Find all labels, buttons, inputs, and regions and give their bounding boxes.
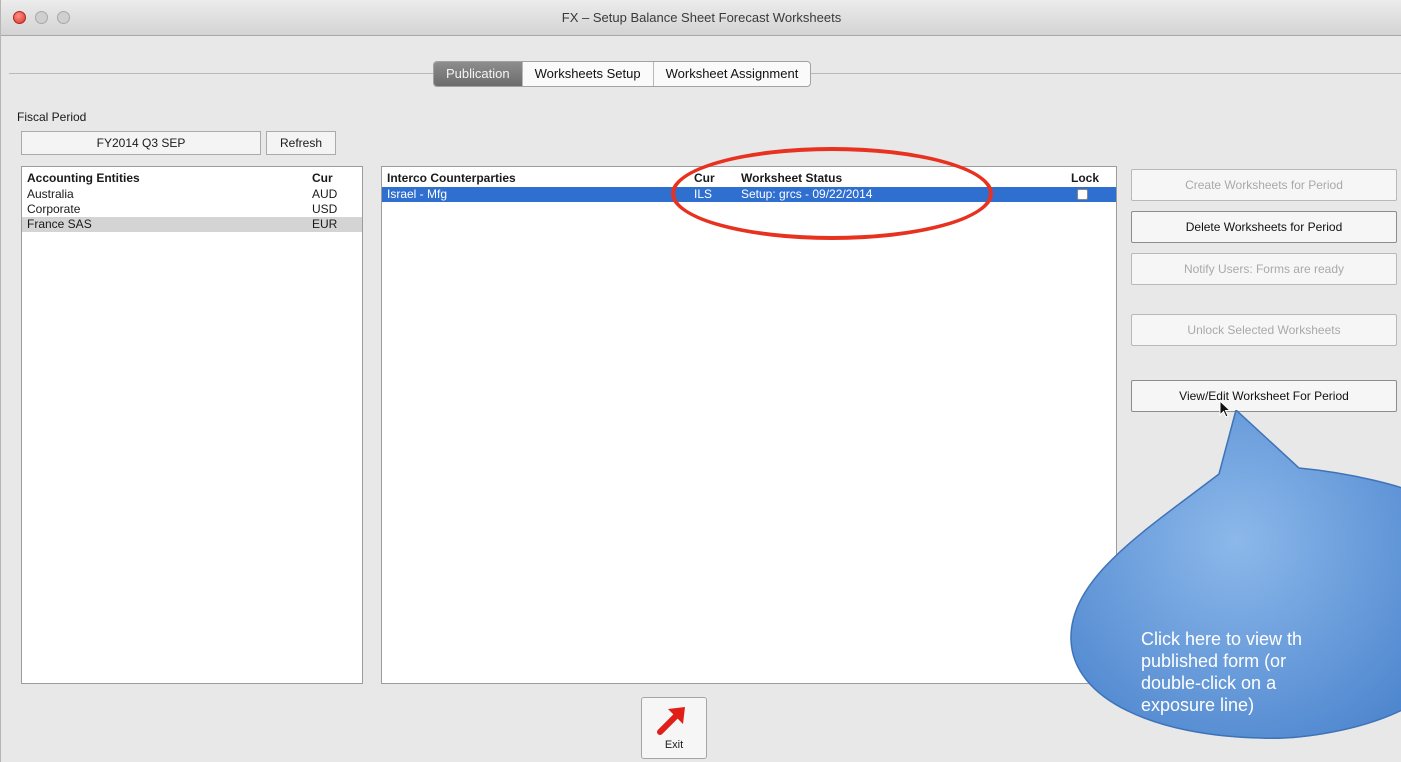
lock-header[interactable]: Lock	[1071, 171, 1099, 186]
entity-name: Corporate	[27, 202, 81, 216]
callout-line: exposure line)	[1141, 695, 1255, 715]
entity-name: Australia	[27, 187, 74, 201]
counterparty-name: Israel - Mfg	[387, 187, 448, 201]
exit-button[interactable]: Exit	[641, 697, 707, 759]
callout-line: Click here to view th	[1141, 629, 1303, 649]
entities-name-header[interactable]: Accounting Entities	[27, 171, 140, 186]
tab-worksheet-assignment[interactable]: Worksheet Assignment	[654, 62, 811, 86]
lock-checkbox[interactable]	[1077, 189, 1088, 200]
exit-label: Exit	[664, 739, 684, 751]
entity-cur: USD	[312, 202, 338, 216]
window-title: FX – Setup Balance Sheet Forecast Worksh…	[561, 10, 842, 25]
tab-worksheets-setup[interactable]: Worksheets Setup	[523, 62, 654, 86]
list-item-selected[interactable]: France SAS EUR	[22, 217, 362, 232]
delete-worksheets-button[interactable]: Delete Worksheets for Period	[1131, 211, 1397, 243]
view-edit-worksheet-button[interactable]: View/Edit Worksheet For Period	[1131, 380, 1397, 412]
tab-publication[interactable]: Publication	[434, 62, 523, 86]
tab-bar: Publication Worksheets Setup Worksheet A…	[433, 61, 812, 87]
entity-cur: EUR	[312, 217, 338, 231]
entities-cur-header[interactable]: Cur	[312, 171, 333, 186]
entity-cur: AUD	[312, 187, 338, 201]
entities-header: Accounting Entities Cur	[22, 171, 362, 186]
annotation-callout-text: Click here to view th published form (or…	[1141, 628, 1401, 716]
list-item[interactable]: Australia AUD	[22, 187, 362, 202]
refresh-button[interactable]: Refresh	[266, 131, 336, 155]
list-item[interactable]: Corporate USD	[22, 202, 362, 217]
counterparty-name-header[interactable]: Interco Counterparties	[387, 171, 516, 186]
callout-line: published form (or	[1141, 651, 1287, 671]
title-bar: FX – Setup Balance Sheet Forecast Worksh…	[1, 0, 1401, 36]
fiscal-period-label: Fiscal Period	[17, 110, 87, 124]
fiscal-period-field[interactable]: FY2014 Q3 SEP	[21, 131, 261, 155]
app-window: FX – Setup Balance Sheet Forecast Worksh…	[0, 0, 1401, 762]
mouse-cursor-icon	[1219, 400, 1231, 418]
unlock-worksheets-button[interactable]: Unlock Selected Worksheets	[1131, 314, 1397, 346]
callout-line: double-click on a	[1141, 673, 1277, 693]
notify-users-button[interactable]: Notify Users: Forms are ready	[1131, 253, 1397, 285]
annotation-highlight-ellipse	[671, 147, 993, 240]
exit-arrow-icon	[657, 707, 685, 735]
entity-name: France SAS	[27, 217, 92, 231]
create-worksheets-button[interactable]: Create Worksheets for Period	[1131, 169, 1397, 201]
accounting-entities-list[interactable]: Accounting Entities Cur Australia AUD Co…	[21, 166, 363, 684]
interco-counterparties-table[interactable]: Interco Counterparties Cur Worksheet Sta…	[381, 166, 1117, 684]
